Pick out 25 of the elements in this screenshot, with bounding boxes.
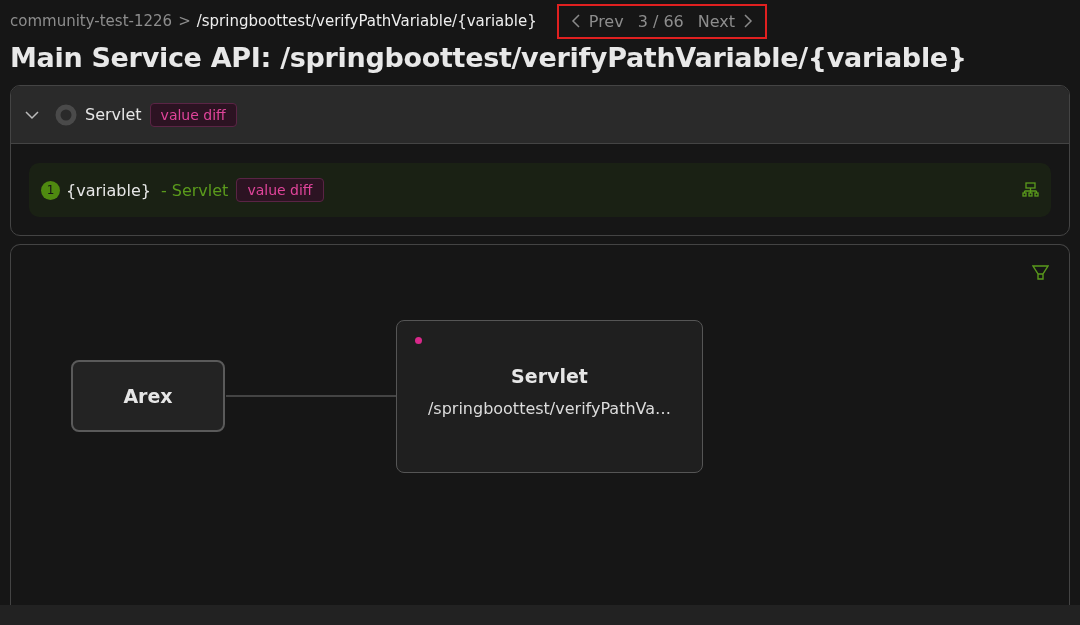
diff-tag: value diff: [149, 102, 237, 127]
ring-icon: [55, 103, 77, 126]
node-subtitle: /springboottest/verifyPathVa…: [427, 399, 672, 418]
diff-item[interactable]: 1 {variable} - Servlet value diff: [29, 163, 1051, 217]
page-position: 3 / 66: [637, 11, 684, 31]
field-name: {variable}: [66, 180, 151, 200]
breadcrumb-link[interactable]: community-test-1226: [10, 12, 173, 30]
source-name: - Servlet: [160, 180, 229, 200]
filter-icon[interactable]: [1032, 265, 1049, 281]
node-title: Arex: [123, 385, 173, 407]
page-title: Main Service API: /springboottest/verifyPathVariable/{variable}: [10, 42, 968, 73]
service-node[interactable]: Servlet /springboottest/verifyPathVa…: [396, 320, 703, 473]
breadcrumb-separator: >: [178, 12, 191, 30]
chevron-left-icon: [570, 13, 581, 29]
entry-node[interactable]: Arex: [71, 360, 225, 432]
next-button[interactable]: Next: [697, 11, 754, 31]
breadcrumb-current: /springboottest/verifyPathVariable/{variable}: [196, 12, 537, 30]
prev-button[interactable]: Prev: [570, 11, 624, 31]
node-title: Servlet: [511, 365, 588, 387]
hierarchy-icon[interactable]: [1022, 182, 1039, 198]
group-name: Servlet: [85, 105, 142, 124]
index-badge: 1: [41, 180, 60, 200]
collapse-header[interactable]: Servlet value diff: [11, 86, 1069, 144]
diff-tag: value diff: [236, 178, 324, 202]
chevron-right-icon: [743, 13, 754, 29]
